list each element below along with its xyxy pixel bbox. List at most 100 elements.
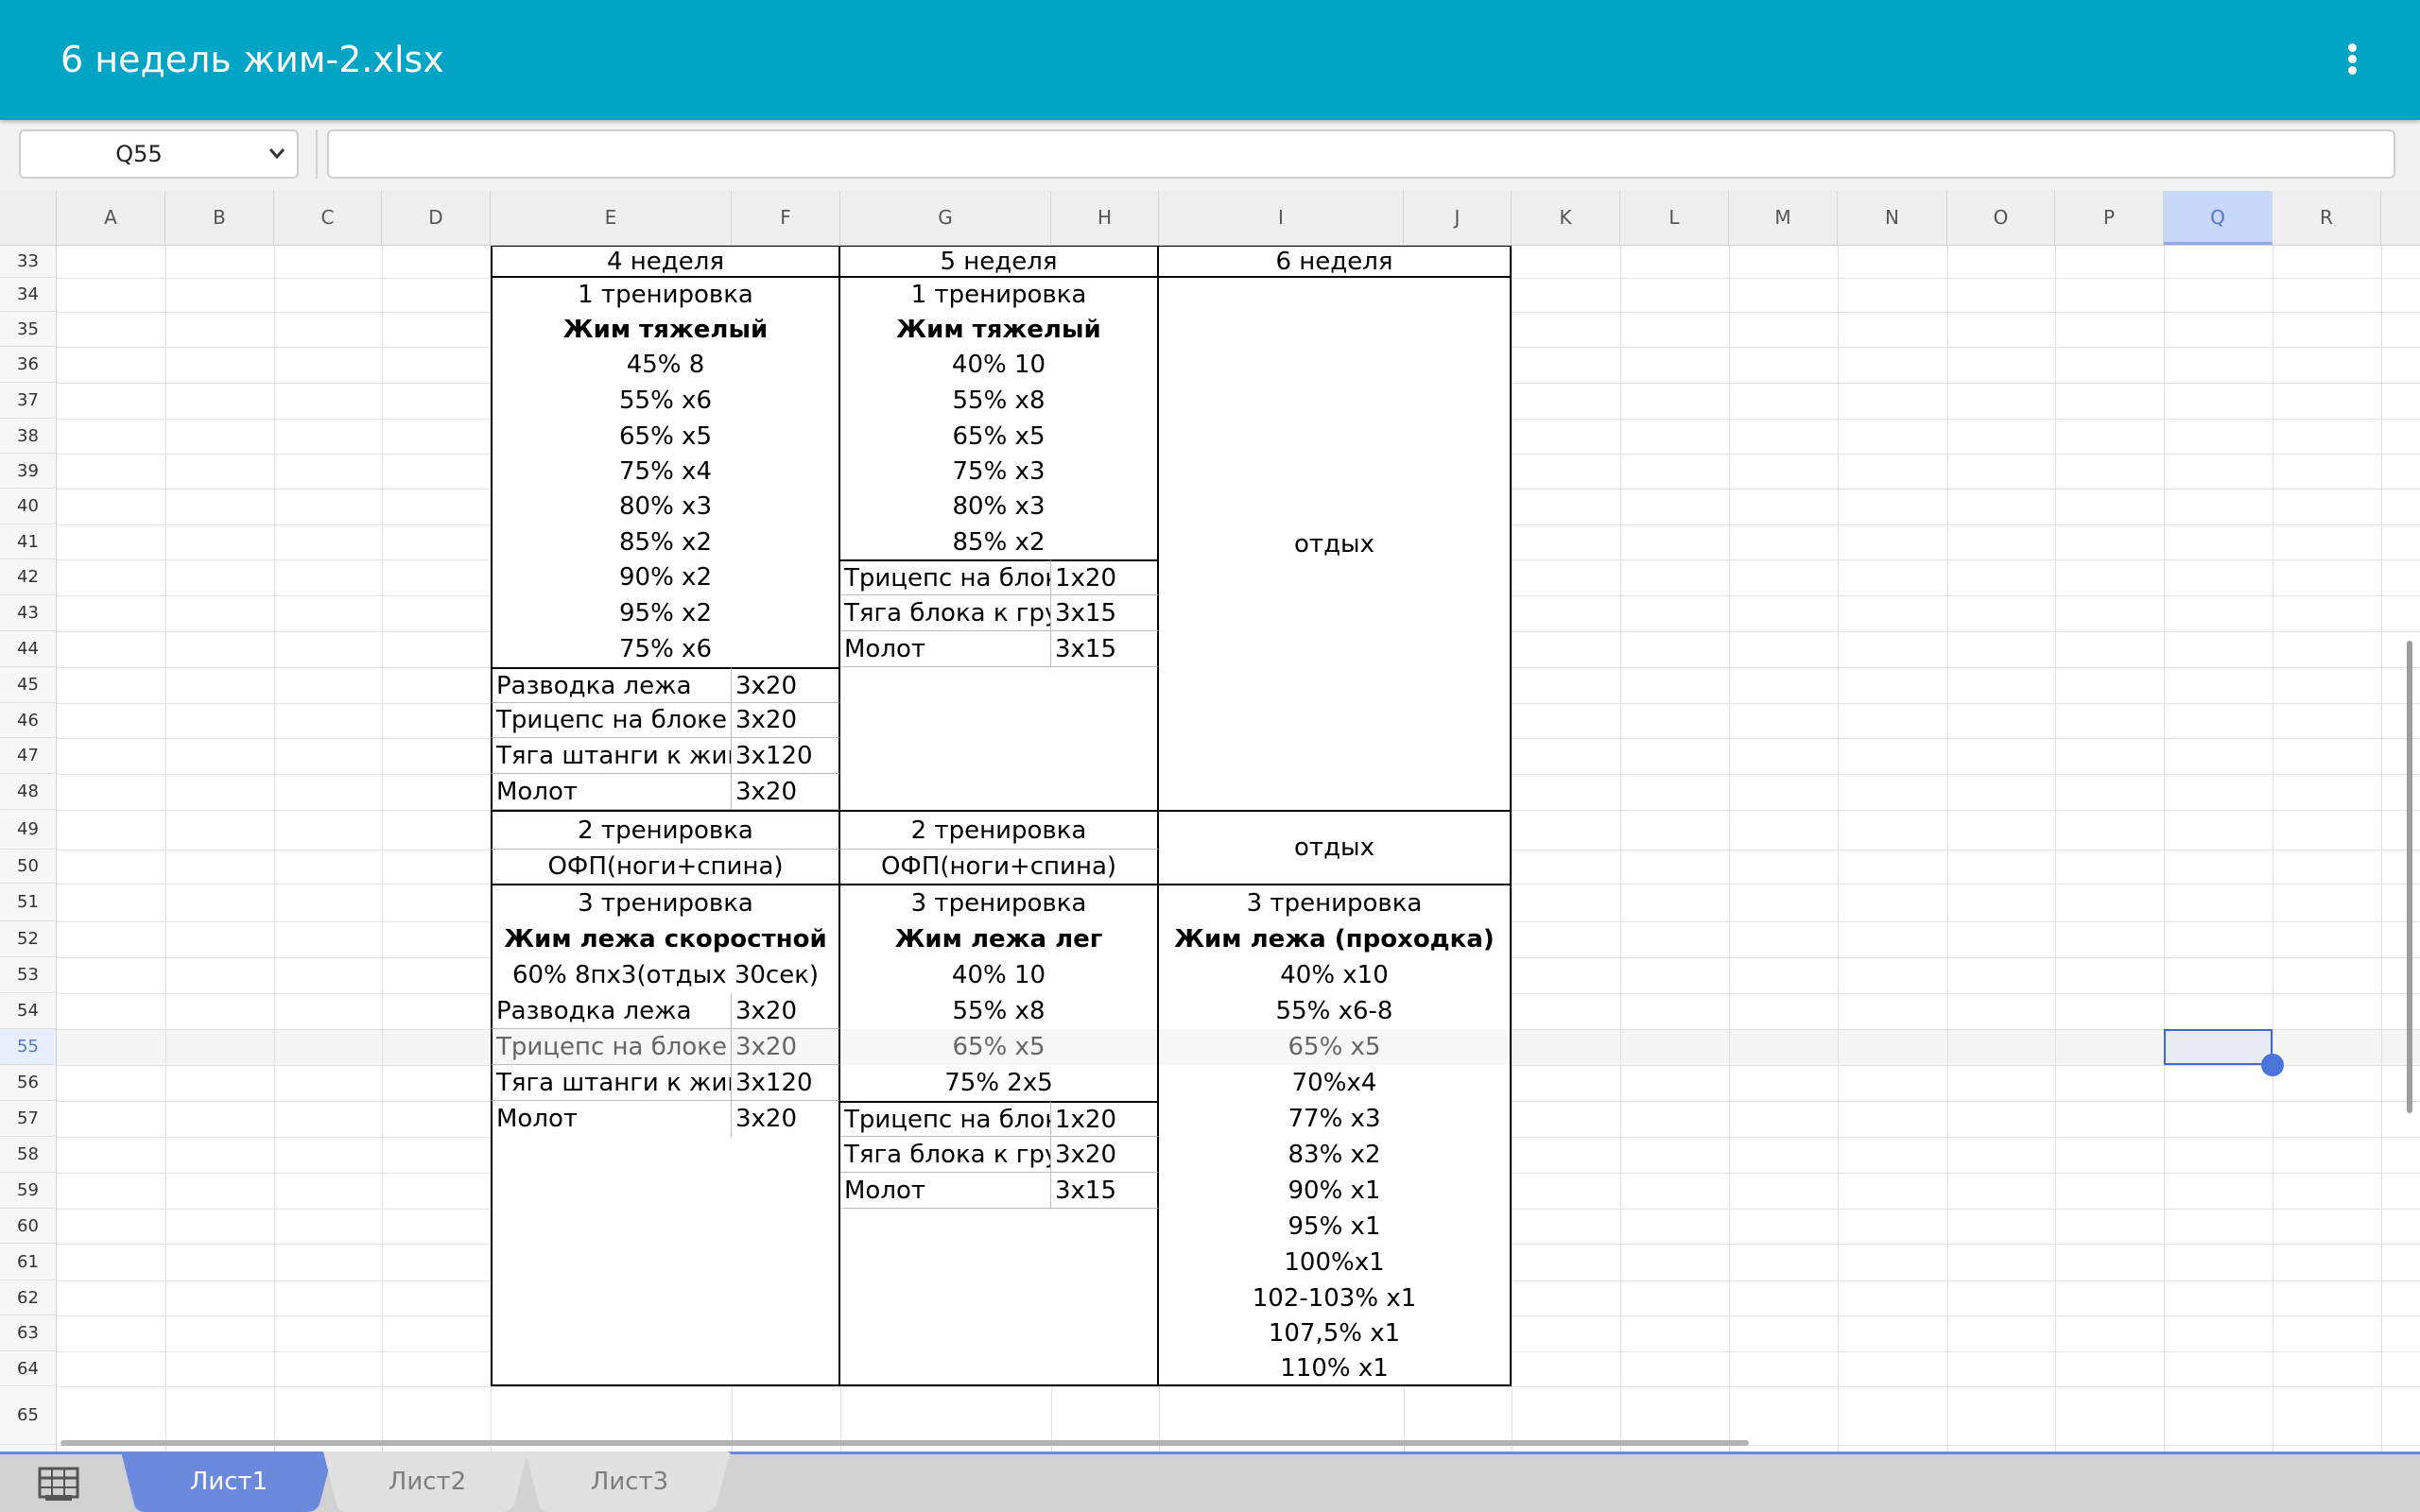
column-header-i[interactable]: I (1159, 191, 1404, 245)
column-header-l[interactable]: L (1620, 191, 1729, 245)
grid-icon[interactable] (38, 1467, 79, 1501)
set-cell[interactable]: 80% x3 (491, 489, 840, 524)
row-header-33[interactable]: 33 (0, 245, 56, 278)
row-header-61[interactable]: 61 (0, 1244, 56, 1280)
set-cell[interactable]: 90% x1 (1159, 1173, 1512, 1209)
training-title[interactable]: 2 тренировка (840, 810, 1159, 850)
training-title[interactable]: 3 тренировка (491, 884, 840, 921)
empty-block[interactable] (840, 667, 1159, 810)
row-header-37[interactable]: 37 (0, 383, 56, 419)
set-cell[interactable]: 40% x10 (1159, 957, 1512, 993)
row-header-47[interactable]: 47 (0, 738, 56, 774)
accessory-name[interactable]: Трицепс на блок (840, 1101, 1051, 1137)
accessory-sets[interactable]: 3x120 (732, 738, 840, 774)
accessory-name[interactable]: Молот (491, 774, 732, 810)
set-cell[interactable]: 55% x8 (840, 993, 1159, 1029)
accessory-name[interactable]: Тяга штанги к жив (491, 1065, 732, 1101)
accessory-sets[interactable]: 3x20 (732, 1101, 840, 1137)
row-header-51[interactable]: 51 (0, 884, 56, 921)
training-title[interactable]: 1 тренировка (840, 278, 1159, 312)
sheet-tab-3[interactable]: Лист3 (526, 1452, 734, 1512)
set-cell[interactable]: 75% x3 (840, 454, 1159, 489)
column-header-q[interactable]: Q (2164, 191, 2273, 245)
set-cell[interactable]: 75% x4 (491, 454, 840, 489)
accessory-sets[interactable]: 3x20 (732, 667, 840, 703)
accessory-name[interactable]: Трицепс на блок (840, 559, 1051, 595)
accessory-name[interactable]: Тяга блока к гру (840, 1137, 1051, 1173)
exercise-title[interactable]: Жим лежа (проходка) (1159, 921, 1512, 957)
row-header-42[interactable]: 42 (0, 559, 56, 595)
set-cell[interactable]: 107,5% x1 (1159, 1315, 1512, 1351)
column-header-b[interactable]: B (165, 191, 274, 245)
set-cell[interactable]: 60% 8пх3(отдых 30сек) (491, 957, 840, 993)
column-header-n[interactable]: N (1838, 191, 1947, 245)
sheet-tab-1[interactable]: Лист1 (121, 1452, 337, 1512)
row-header-36[interactable]: 36 (0, 347, 56, 383)
row-header-60[interactable]: 60 (0, 1209, 56, 1244)
column-header-k[interactable]: K (1512, 191, 1620, 245)
set-cell[interactable]: 102-103% x1 (1159, 1280, 1512, 1315)
set-cell[interactable]: 83% x2 (1159, 1137, 1512, 1173)
set-cell[interactable]: 55% x8 (840, 383, 1159, 419)
set-cell[interactable]: 95% x2 (491, 595, 840, 631)
row-header-40[interactable]: 40 (0, 489, 56, 524)
set-cell[interactable]: 55% x6-8 (1159, 993, 1512, 1029)
row-header-62[interactable]: 62 (0, 1280, 56, 1315)
set-cell[interactable]: 65% x5 (840, 1029, 1159, 1065)
empty-block[interactable] (840, 1209, 1159, 1386)
column-header-j[interactable]: J (1404, 191, 1512, 245)
accessory-name[interactable]: Молот (840, 631, 1051, 667)
accessory-sets[interactable]: 3x20 (732, 1029, 840, 1065)
name-box[interactable]: Q55 (19, 129, 299, 179)
rest-cell[interactable]: отдых (1159, 278, 1512, 810)
column-header-c[interactable]: C (274, 191, 382, 245)
row-header-50[interactable]: 50 (0, 850, 56, 884)
exercise-title[interactable]: ОФП(ноги+спина) (840, 850, 1159, 884)
row-header-43[interactable]: 43 (0, 595, 56, 631)
column-header-r[interactable]: R (2273, 191, 2381, 245)
set-cell[interactable]: 90% x2 (491, 559, 840, 595)
row-header-41[interactable]: 41 (0, 524, 56, 559)
week-header[interactable]: 6 неделя (1159, 245, 1512, 278)
accessory-sets[interactable]: 3x20 (732, 703, 840, 738)
column-header-p[interactable]: P (2055, 191, 2164, 245)
set-cell[interactable]: 70%x4 (1159, 1065, 1512, 1101)
accessory-name[interactable]: Тяга блока к гру (840, 595, 1051, 631)
set-cell[interactable]: 85% x2 (840, 524, 1159, 559)
set-cell[interactable]: 45% 8 (491, 347, 840, 383)
set-cell[interactable]: 100%x1 (1159, 1244, 1512, 1280)
row-header-55[interactable]: 55 (0, 1029, 56, 1065)
accessory-sets[interactable]: 3x15 (1051, 1173, 1159, 1209)
accessory-name[interactable]: Тяга штанги к жив (491, 738, 732, 774)
set-cell[interactable]: 40% 10 (840, 957, 1159, 993)
column-header-d[interactable]: D (382, 191, 491, 245)
horizontal-scrollbar[interactable] (60, 1440, 1749, 1446)
row-header-44[interactable]: 44 (0, 631, 56, 667)
exercise-title[interactable]: ОФП(ноги+спина) (491, 850, 840, 884)
set-cell[interactable]: 40% 10 (840, 347, 1159, 383)
set-cell[interactable]: 95% x1 (1159, 1209, 1512, 1244)
accessory-name[interactable]: Молот (491, 1101, 732, 1137)
training-title[interactable]: 1 тренировка (491, 278, 840, 312)
row-header-65[interactable]: 65 (0, 1386, 56, 1445)
set-cell[interactable]: 85% x2 (491, 524, 840, 559)
row-header-34[interactable]: 34 (0, 278, 56, 312)
row-header-52[interactable]: 52 (0, 921, 56, 957)
accessory-sets[interactable]: 1x20 (1051, 1101, 1159, 1137)
row-header-56[interactable]: 56 (0, 1065, 56, 1101)
row-header-49[interactable]: 49 (0, 810, 56, 850)
row-header-57[interactable]: 57 (0, 1101, 56, 1137)
row-header-48[interactable]: 48 (0, 774, 56, 810)
accessory-sets[interactable]: 3x15 (1051, 595, 1159, 631)
set-cell[interactable]: 75% 2x5 (840, 1065, 1159, 1101)
exercise-title[interactable]: Жим тяжелый (840, 312, 1159, 347)
exercise-title[interactable]: Жим лежа скоростной (491, 921, 840, 957)
week-header[interactable]: 4 неделя (491, 245, 840, 278)
set-cell[interactable]: 65% x5 (840, 419, 1159, 454)
accessory-name[interactable]: Разводка лежа (491, 667, 732, 703)
fill-handle[interactable] (2261, 1054, 2284, 1076)
row-header-58[interactable]: 58 (0, 1137, 56, 1173)
row-header-35[interactable]: 35 (0, 312, 56, 347)
training-title[interactable]: 3 тренировка (1159, 884, 1512, 921)
vertical-scrollbar[interactable] (2407, 641, 2412, 1113)
